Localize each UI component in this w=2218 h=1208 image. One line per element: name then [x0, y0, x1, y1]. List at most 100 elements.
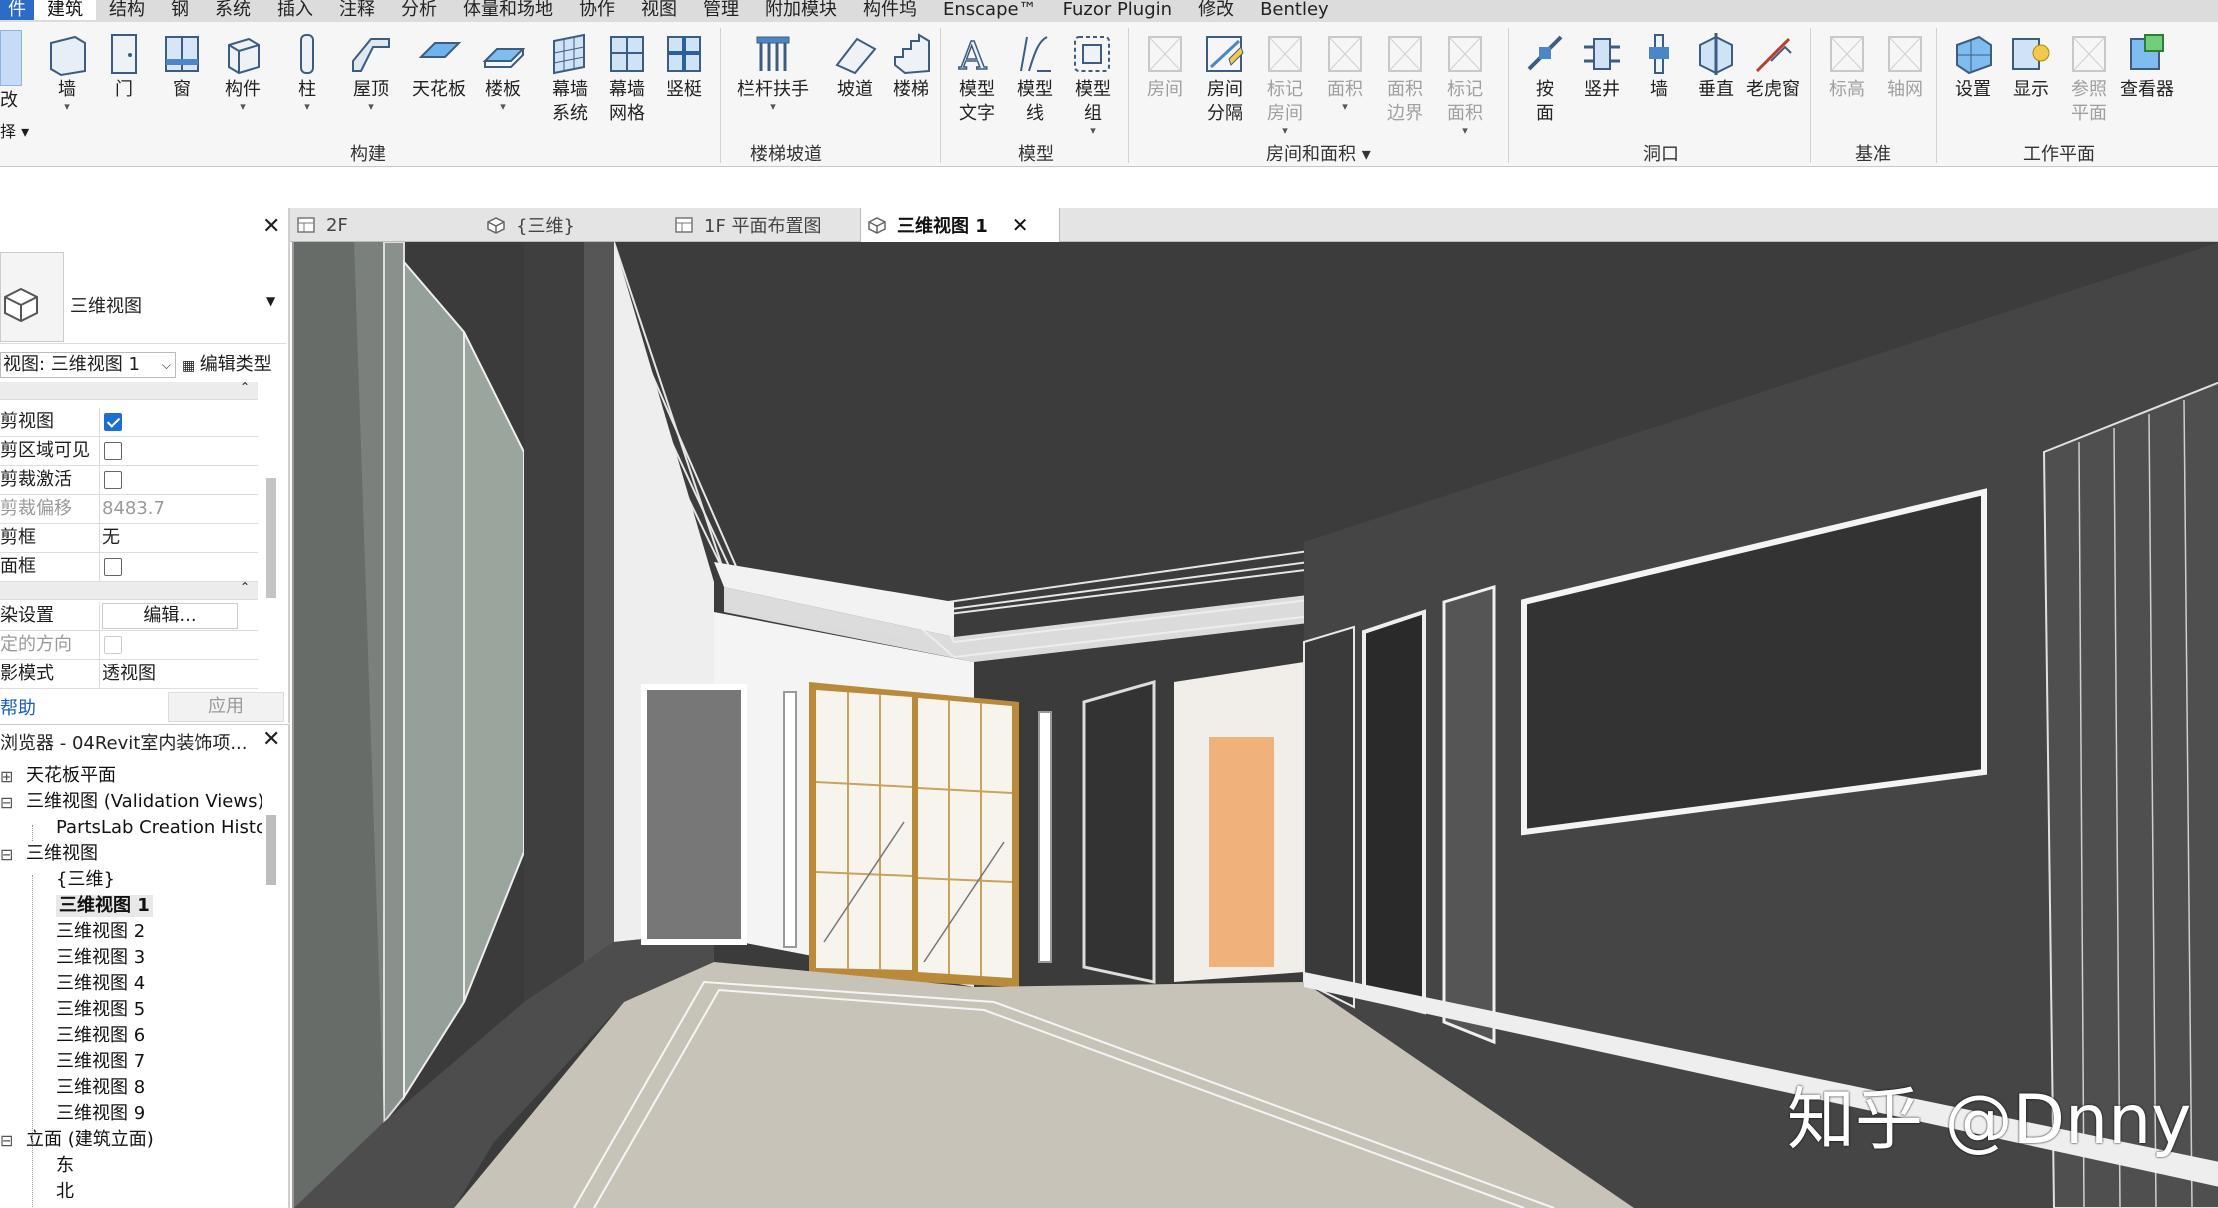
- view-tab-1[interactable]: {三维}: [480, 208, 640, 242]
- property-value[interactable]: 编辑...: [102, 602, 240, 631]
- workplane-button-0[interactable]: 设置: [1944, 30, 2002, 102]
- menu-item-3[interactable]: 钢: [158, 0, 202, 20]
- tree-expander-icon[interactable]: ⊟: [0, 845, 13, 864]
- build-button-2[interactable]: 窗: [153, 30, 211, 102]
- dropdown-arrow-icon[interactable]: ▾: [500, 101, 506, 112]
- view-tab-2[interactable]: 1F 平面布置图: [668, 208, 838, 242]
- view-instance-selector[interactable]: 视图: 三维视图 1 ⌵: [0, 352, 176, 378]
- workplane-button-3[interactable]: 查看器: [2118, 30, 2176, 102]
- property-checkbox[interactable]: [104, 636, 122, 654]
- build-button-9[interactable]: 幕墙 网格: [598, 30, 656, 126]
- dropdown-arrow-icon[interactable]: ▾: [240, 101, 246, 112]
- menu-item-14[interactable]: Enscape™: [930, 0, 1050, 20]
- select-dropdown[interactable]: 择 ▾: [0, 118, 29, 142]
- tree-expander-icon[interactable]: ⊞: [0, 767, 13, 786]
- menu-item-5[interactable]: 插入: [264, 0, 326, 20]
- tree-item[interactable]: 三维视图: [26, 843, 98, 865]
- circulation-button-2[interactable]: 楼梯: [882, 30, 940, 102]
- model-button-1[interactable]: 模型 线: [1006, 30, 1064, 126]
- dropdown-arrow-icon[interactable]: ▾: [770, 101, 776, 112]
- build-button-0[interactable]: 墙 ▾: [38, 30, 96, 112]
- opening-button-3[interactable]: 垂直: [1687, 30, 1745, 102]
- dropdown-arrow-icon[interactable]: ▾: [1282, 125, 1288, 136]
- tree-item[interactable]: 三维视图 1: [56, 895, 153, 917]
- tree-item[interactable]: 三维视图 3: [56, 947, 145, 969]
- room-button-2[interactable]: 标记 房间 ▾: [1256, 30, 1314, 136]
- opening-button-0[interactable]: 按 面: [1516, 30, 1574, 126]
- apply-button[interactable]: 应用: [168, 692, 284, 722]
- workplane-button-1[interactable]: 显示: [2002, 30, 2060, 102]
- menu-item-11[interactable]: 管理: [690, 0, 752, 20]
- circulation-button-0[interactable]: 栏杆扶手 ▾: [737, 30, 809, 112]
- property-value[interactable]: [102, 408, 240, 437]
- workplane-button-2[interactable]: 参照 平面: [2060, 30, 2118, 126]
- menu-item-10[interactable]: 视图: [628, 0, 690, 20]
- build-button-4[interactable]: 柱 ▾: [278, 30, 336, 112]
- room-button-5[interactable]: 标记 面积 ▾: [1436, 30, 1494, 136]
- tree-item[interactable]: {三维}: [56, 869, 115, 891]
- dropdown-arrow-icon[interactable]: ▾: [64, 101, 70, 112]
- dropdown-arrow-icon[interactable]: ▾: [304, 101, 310, 112]
- tree-item[interactable]: 三维视图 6: [56, 1025, 145, 1047]
- model-button-0[interactable]: A 模型 文字: [948, 30, 1006, 126]
- menu-item-6[interactable]: 注释: [326, 0, 388, 20]
- chevron-down-icon[interactable]: ▼: [266, 294, 275, 308]
- tree-item[interactable]: 三维视图 8: [56, 1077, 145, 1099]
- room-button-1[interactable]: 房间 分隔: [1196, 30, 1254, 126]
- dropdown-arrow-icon[interactable]: ▾: [1462, 125, 1468, 136]
- section-collapse-bar[interactable]: ⌃: [0, 580, 258, 600]
- build-button-1[interactable]: 门: [95, 30, 153, 102]
- property-checkbox[interactable]: [104, 558, 122, 576]
- datum-button-0[interactable]: 标高: [1818, 30, 1876, 102]
- menu-item-4[interactable]: 系统: [202, 0, 264, 20]
- menu-item-1[interactable]: 建筑: [34, 0, 96, 20]
- tree-item[interactable]: 天花板平面: [26, 765, 116, 787]
- menu-item-2[interactable]: 结构: [96, 0, 158, 20]
- menu-item-0[interactable]: 件: [0, 0, 34, 20]
- build-button-5[interactable]: 屋顶 ▾: [342, 30, 400, 112]
- tree-expander-icon[interactable]: ⊟: [0, 793, 13, 812]
- tree-item[interactable]: 三维视图 5: [56, 999, 145, 1021]
- tree-expander-icon[interactable]: ⊟: [0, 1131, 13, 1150]
- property-value[interactable]: [102, 553, 240, 582]
- model-button-2[interactable]: 模型 组 ▾: [1064, 30, 1122, 136]
- menu-item-16[interactable]: 修改: [1185, 0, 1247, 20]
- edit-render-settings-button[interactable]: 编辑...: [102, 603, 238, 629]
- properties-close-button[interactable]: ✕: [262, 214, 280, 239]
- menu-item-7[interactable]: 分析: [388, 0, 450, 20]
- view-tab-0[interactable]: 2F: [290, 208, 450, 242]
- opening-button-1[interactable]: 竖井: [1573, 30, 1631, 102]
- menu-item-8[interactable]: 体量和场地: [450, 0, 566, 20]
- room-button-3[interactable]: 面积 ▾: [1316, 30, 1374, 112]
- menu-item-9[interactable]: 协作: [566, 0, 628, 20]
- opening-button-2[interactable]: 墙: [1630, 30, 1688, 102]
- dropdown-arrow-icon[interactable]: ▾: [1342, 101, 1348, 112]
- build-button-6[interactable]: 天花板: [410, 30, 468, 102]
- tree-item[interactable]: 三维视图 9: [56, 1103, 145, 1125]
- property-checkbox[interactable]: [104, 442, 122, 460]
- build-button-3[interactable]: 构件 ▾: [214, 30, 272, 112]
- menu-item-15[interactable]: Fuzor Plugin: [1050, 0, 1185, 20]
- close-icon[interactable]: ✕: [1012, 213, 1029, 237]
- property-value[interactable]: [102, 437, 240, 466]
- dropdown-arrow-icon[interactable]: ▾: [1090, 125, 1096, 136]
- help-link[interactable]: 帮助: [0, 694, 36, 720]
- datum-button-1[interactable]: 轴网: [1876, 30, 1934, 102]
- property-value[interactable]: [102, 631, 240, 660]
- browser-scrollbar[interactable]: [266, 815, 276, 885]
- tree-item[interactable]: 东: [56, 1155, 74, 1177]
- property-checkbox[interactable]: [104, 471, 122, 489]
- tree-item[interactable]: 三维视图 7: [56, 1051, 145, 1073]
- dropdown-arrow-icon[interactable]: ▾: [368, 101, 374, 112]
- edit-type-button[interactable]: ▦ 编辑类型: [182, 352, 272, 379]
- tree-item[interactable]: 三维视图 4: [56, 973, 145, 995]
- tree-item[interactable]: 立面 (建筑立面): [26, 1129, 154, 1151]
- menu-item-12[interactable]: 附加模块: [752, 0, 850, 20]
- build-button-10[interactable]: 竖梃: [655, 30, 713, 102]
- tree-item[interactable]: 三维视图 2: [56, 921, 145, 943]
- build-button-7[interactable]: 楼板 ▾: [474, 30, 532, 112]
- room-button-0[interactable]: 房间: [1136, 30, 1194, 102]
- property-value[interactable]: [102, 466, 240, 495]
- tree-item[interactable]: PartsLab Creation History: [56, 817, 262, 839]
- menu-item-13[interactable]: 构件坞: [850, 0, 930, 20]
